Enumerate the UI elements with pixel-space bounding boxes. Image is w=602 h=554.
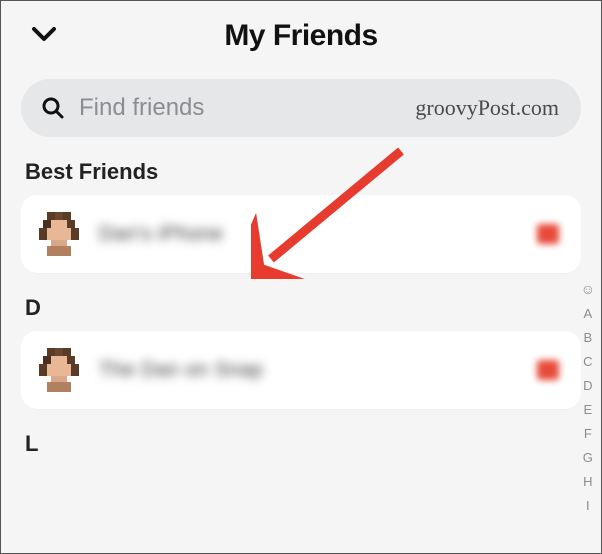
avatar (39, 348, 79, 392)
alpha-index-rail[interactable]: ☺ A B C D E F G H I (581, 281, 595, 513)
index-letter[interactable]: G (583, 450, 593, 465)
section-d: D The Dan on Snap (1, 295, 601, 409)
smiley-icon[interactable]: ☺ (581, 281, 595, 297)
index-letter[interactable]: D (583, 378, 592, 393)
friend-name: Dan's iPhone (99, 223, 537, 246)
section-header-d: D (25, 295, 581, 321)
page-title: My Friends (21, 19, 581, 53)
index-letter[interactable]: B (584, 330, 593, 345)
friend-name: The Dan on Snap (99, 359, 537, 382)
header: My Friends (1, 1, 601, 65)
index-letter[interactable]: I (586, 498, 590, 513)
search-bar[interactable]: groovyPost.com (21, 79, 581, 137)
back-button[interactable] (29, 19, 59, 54)
section-header-best-friends: Best Friends (25, 159, 581, 185)
friend-row[interactable]: The Dan on Snap (21, 331, 581, 409)
friend-row[interactable]: Dan's iPhone (21, 195, 581, 273)
section-header-l: L (25, 431, 581, 457)
index-letter[interactable]: F (584, 426, 592, 441)
heart-icon (537, 360, 559, 380)
section-l: L (1, 431, 601, 457)
search-icon (41, 96, 65, 120)
index-letter[interactable]: A (584, 306, 593, 321)
heart-icon (537, 224, 559, 244)
index-letter[interactable]: C (583, 354, 592, 369)
index-letter[interactable]: H (583, 474, 592, 489)
section-best-friends: Best Friends Dan's iPhone (1, 159, 601, 273)
chevron-down-icon (29, 19, 59, 49)
search-input[interactable] (79, 94, 561, 122)
index-letter[interactable]: E (584, 402, 593, 417)
avatar (39, 212, 79, 256)
